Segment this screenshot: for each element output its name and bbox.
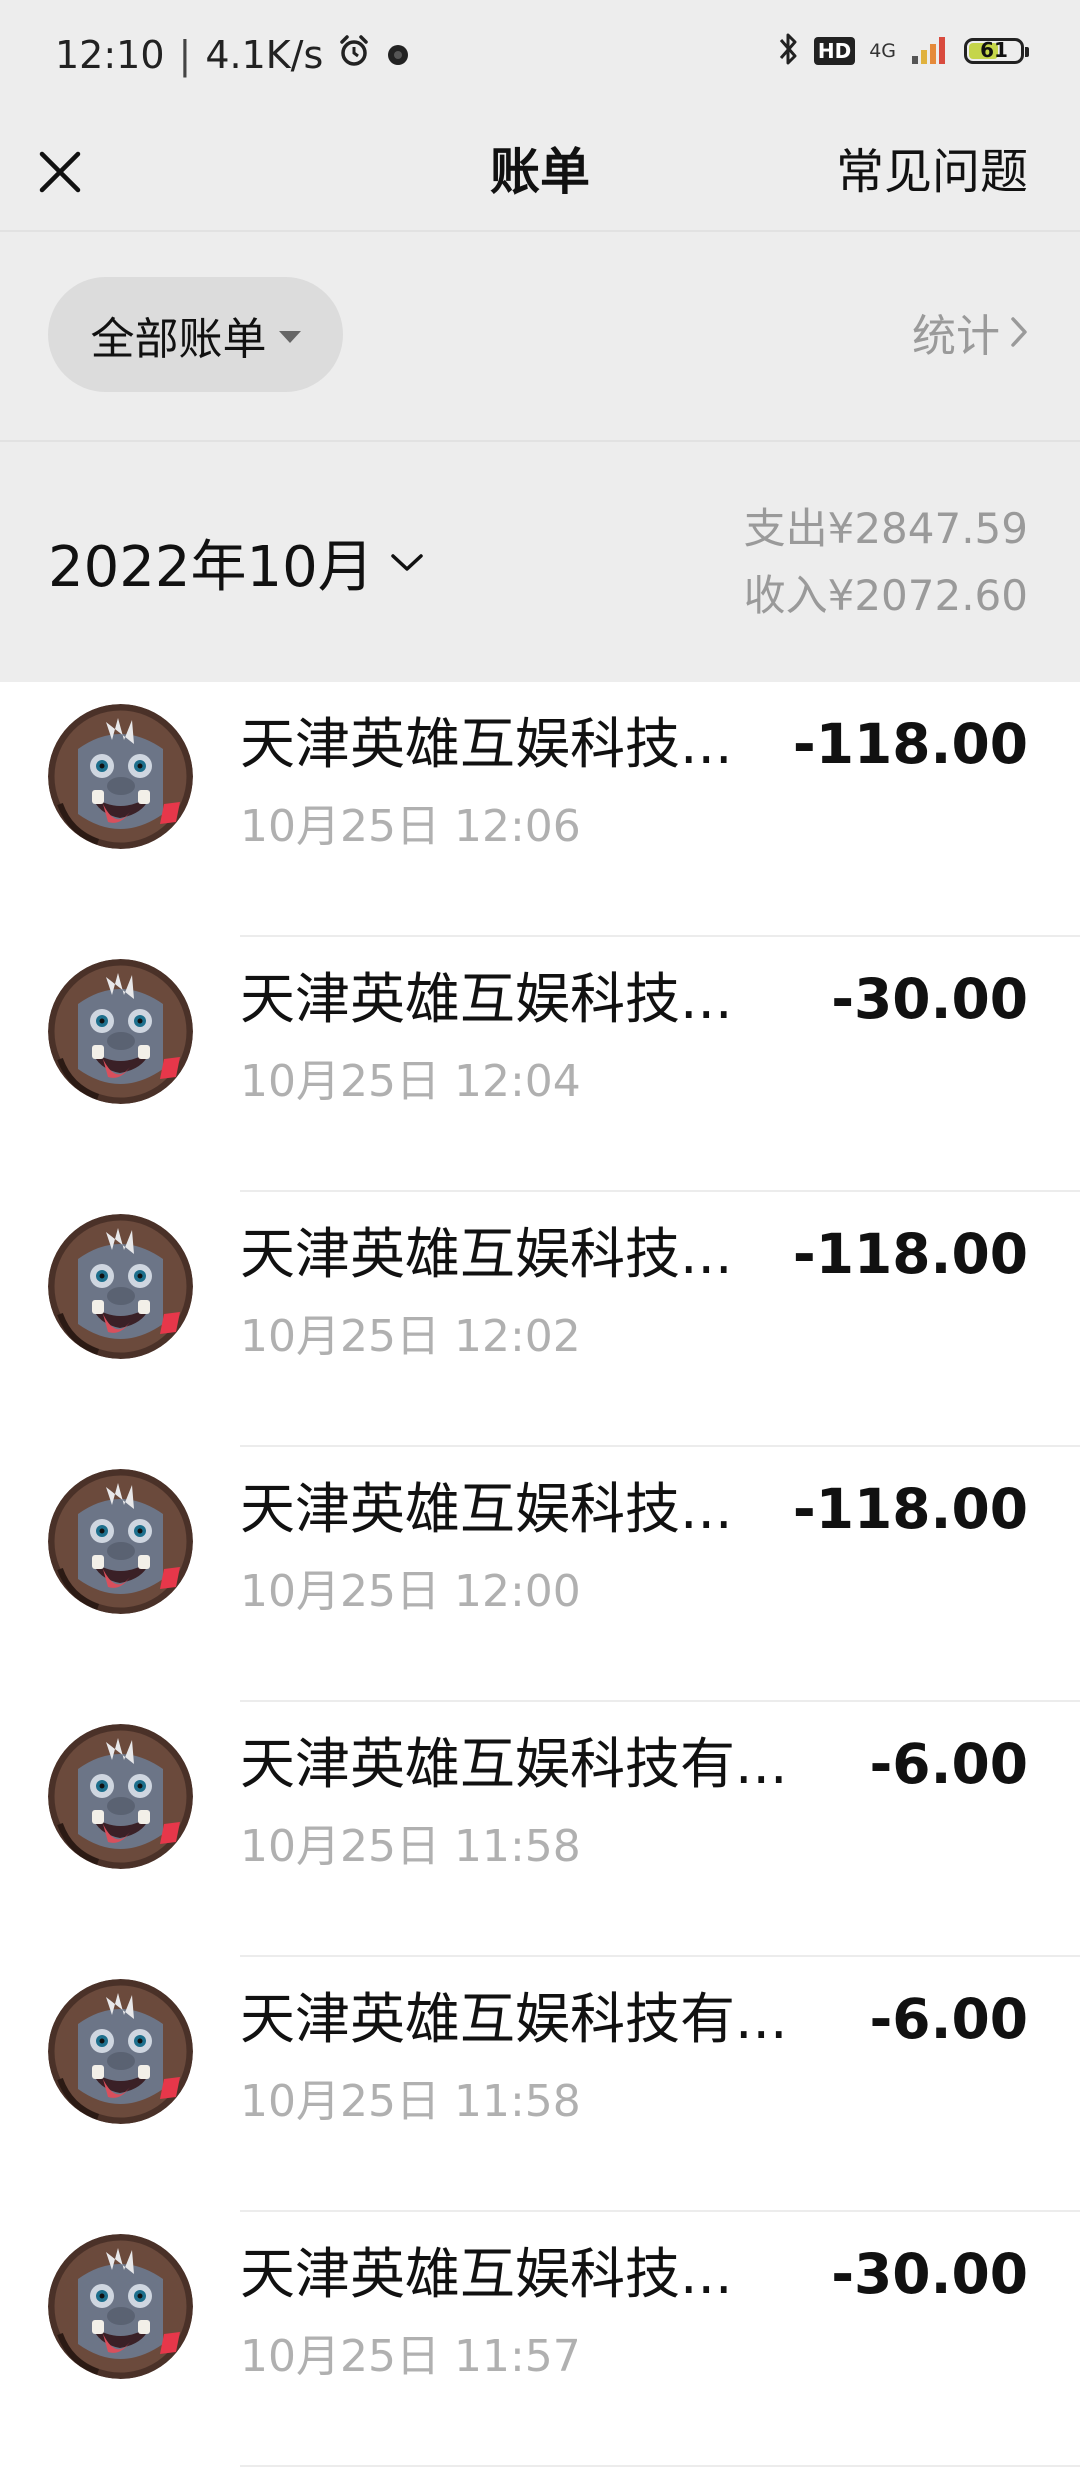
bill-time: 10月25日 11:58 [240, 2076, 581, 2127]
status-bar: 12:10 | 4.1K/s HD 4G 61 [0, 0, 1080, 115]
bill-time: 10月25日 12:00 [240, 1566, 581, 1617]
notification-dot-icon [385, 33, 411, 77]
status-time: 12:10 [55, 33, 165, 77]
hd-badge: HD [813, 37, 856, 65]
chevron-right-icon [1011, 317, 1027, 347]
bill-time: 10月25日 12:02 [240, 1311, 581, 1362]
merchant-name: 天津英雄互娱科技... [240, 2242, 733, 2306]
merchant-avatar [48, 1724, 193, 1869]
month-selector[interactable]: 2022年10月 [48, 522, 424, 603]
month-label: 2022年10月 [48, 535, 374, 600]
bill-item[interactable]: 天津英雄互娱科技... 10月25日 12:06 -118.00 [0, 682, 1080, 937]
bill-item[interactable]: 天津英雄互娱科技... 10月25日 12:00 -118.00 [0, 1447, 1080, 1702]
bill-time: 10月25日 12:06 [240, 801, 581, 852]
status-left: 12:10 | 4.1K/s [55, 33, 411, 77]
merchant-avatar [48, 2234, 193, 2379]
expense-total: 支出¥2847.59 [743, 504, 1028, 553]
network-speed: 4.1K/s [205, 33, 324, 77]
status-right: HD 4G 61 [776, 30, 1029, 72]
battery-level: 61 [980, 38, 1008, 62]
bill-time: 10月25日 11:58 [240, 1821, 581, 1872]
bill-amount: -6.00 [869, 1732, 1028, 1796]
bill-item[interactable]: 天津英雄互娱科技有... 10月25日 11:58 -6.00 [0, 1957, 1080, 2212]
triangle-down-icon [278, 330, 301, 343]
merchant-name: 天津英雄互娱科技... [240, 712, 733, 776]
merchant-name: 天津英雄互娱科技... [240, 1222, 733, 1286]
bill-amount: -30.00 [831, 967, 1028, 1031]
merchant-avatar [48, 1214, 193, 1359]
merchant-avatar [48, 1469, 193, 1614]
stats-label: 统计 [912, 311, 1000, 362]
filter-row: 全部账单 统计 [0, 232, 1080, 440]
bill-item[interactable]: 天津英雄互娱科技... 10月25日 11:57 -30.00 [0, 2212, 1080, 2467]
month-summary: 2022年10月 支出¥2847.59 收入¥2072.60 [0, 442, 1080, 682]
bill-time: 10月25日 11:57 [240, 2331, 581, 2382]
faq-link[interactable]: 常见问题 [836, 115, 1028, 230]
merchant-name: 天津英雄互娱科技... [240, 1477, 733, 1541]
alarm-icon [337, 33, 371, 77]
income-total: 收入¥2072.60 [743, 571, 1028, 620]
bluetooth-icon [776, 30, 800, 72]
bill-item[interactable]: 天津英雄互娱科技... 10月25日 12:02 -118.00 [0, 1192, 1080, 1447]
signal-icon [910, 32, 950, 70]
bill-item[interactable]: 天津英雄互娱科技... 10月25日 12:04 -30.00 [0, 937, 1080, 1192]
bill-time: 10月25日 12:04 [240, 1056, 581, 1107]
battery-icon: 61 [964, 38, 1029, 64]
nav-bar: 账单 常见问题 [0, 115, 1080, 230]
bill-amount: -118.00 [792, 1477, 1028, 1541]
bill-item[interactable]: 天津英雄互娱科技有... 10月25日 11:58 -6.00 [0, 1702, 1080, 1957]
chevron-down-icon [391, 553, 423, 571]
month-totals: 支出¥2847.59 收入¥2072.60 [744, 495, 1028, 629]
bill-amount: -118.00 [792, 712, 1028, 776]
merchant-avatar [48, 1979, 193, 2124]
status-separator: | [178, 33, 192, 77]
merchant-name: 天津英雄互娱科技... [240, 967, 733, 1031]
bill-amount: -30.00 [831, 2242, 1028, 2306]
network-type: 4G [869, 40, 896, 62]
merchant-avatar [48, 959, 193, 1104]
merchant-name: 天津英雄互娱科技有... [240, 1732, 788, 1796]
merchant-name: 天津英雄互娱科技有... [240, 1987, 788, 2051]
battery-cap [1025, 47, 1029, 57]
stats-link[interactable]: 统计 [912, 300, 1028, 364]
all-bills-label: 全部账单 [90, 313, 267, 365]
merchant-avatar [48, 704, 193, 849]
bill-amount: -6.00 [869, 1987, 1028, 2051]
bill-amount: -118.00 [792, 1222, 1028, 1286]
all-bills-filter-button[interactable]: 全部账单 [48, 277, 343, 392]
bill-list: 天津英雄互娱科技... 10月25日 12:06 -118.00 天津英雄互娱科… [0, 682, 1080, 2467]
